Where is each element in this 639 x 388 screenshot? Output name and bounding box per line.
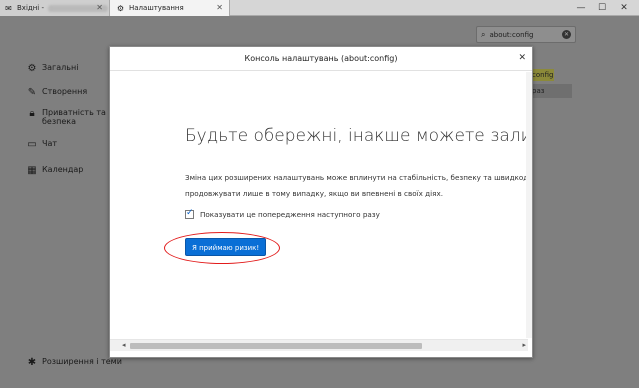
warning-text: Зміна цих розширених налаштувань може вп… xyxy=(185,170,528,202)
minimize-button[interactable]: — xyxy=(572,0,590,16)
dialog-header: Консоль налаштувань (about:config) ✕ xyxy=(110,47,532,71)
tab-settings-label: Налаштування xyxy=(129,4,184,12)
warning-text-line2: продовжувати лише в тому випадку, якщо в… xyxy=(185,189,444,198)
title-bar: ✉ Вхідні - ✕ ⚙ Налаштування ✕ — ☐ ✕ xyxy=(0,0,639,16)
dialog-title: Консоль налаштувань (about:config) xyxy=(244,54,398,63)
sidebar-item-label: Загальні xyxy=(42,63,79,72)
warning-heading: Будьте обережні, інакше можете залишитис… xyxy=(185,126,528,146)
sidebar-item-general[interactable]: ⚙ Загальні xyxy=(26,63,79,75)
gear-icon: ⚙ xyxy=(116,3,125,13)
mail-icon: ✉ xyxy=(5,3,12,13)
dialog-body: Будьте обережні, інакше можете залишитис… xyxy=(110,72,528,338)
chat-icon: ▭ xyxy=(27,139,37,150)
checkbox-label: Показувати це попередження наступного ра… xyxy=(200,210,380,219)
search-value: about:config xyxy=(489,30,534,39)
close-icon[interactable]: ✕ xyxy=(518,53,526,63)
scroll-right-icon[interactable]: ▸ xyxy=(522,341,526,349)
search-icon: ⌕ xyxy=(481,29,486,39)
annotation-circle xyxy=(164,232,280,264)
vertical-scrollbar[interactable] xyxy=(526,72,532,338)
show-warning-checkbox[interactable] xyxy=(185,208,194,219)
window-close-button[interactable]: ✕ xyxy=(615,0,633,16)
sidebar-item-label: Календар xyxy=(42,165,84,174)
background-button: раз xyxy=(530,84,572,98)
sidebar-item-label: Створення xyxy=(42,87,88,96)
warning-text-line1: Зміна цих розширених налаштувань може вп… xyxy=(185,173,528,182)
horizontal-scrollbar[interactable]: ◂ ▸ xyxy=(110,339,528,351)
maximize-button[interactable]: ☐ xyxy=(593,0,611,16)
puzzle-icon: ✱ xyxy=(27,357,37,368)
calendar-icon: ▦ xyxy=(27,165,37,176)
lock-icon: 🔒︎ xyxy=(29,108,35,119)
clear-search-icon[interactable]: ✕ xyxy=(562,30,571,39)
tab-settings[interactable]: ⚙ Налаштування ✕ xyxy=(110,0,230,16)
background-highlight: config xyxy=(530,69,554,81)
sidebar-item-label: Приватність та безпека xyxy=(42,108,106,126)
sidebar-item-label: Чат xyxy=(42,139,58,148)
sidebar-item-label-line2: безпека xyxy=(42,117,76,126)
sidebar-item-composition[interactable]: ✎ Створення xyxy=(26,87,87,99)
sidebar-item-label-line1: Приватність та xyxy=(42,108,106,117)
sidebar-item-label: Розширення і теми xyxy=(42,357,122,366)
about-config-dialog: Консоль налаштувань (about:config) ✕ Буд… xyxy=(109,46,533,358)
close-icon[interactable]: ✕ xyxy=(216,3,223,12)
close-icon[interactable]: ✕ xyxy=(96,3,103,12)
sidebar-item-calendar[interactable]: ▦ Календар xyxy=(26,165,83,177)
scrollbar-thumb[interactable] xyxy=(130,343,422,349)
sidebar-item-addons[interactable]: ✱ Розширення і теми xyxy=(26,357,122,369)
gear-icon: ⚙ xyxy=(27,63,37,74)
pencil-icon: ✎ xyxy=(27,87,37,98)
scroll-left-icon[interactable]: ◂ xyxy=(122,341,126,349)
search-input[interactable]: ⌕ about:config ✕ xyxy=(476,26,576,43)
sidebar-item-chat[interactable]: ▭ Чат xyxy=(26,139,57,151)
show-warning-checkbox-row[interactable]: Показувати це попередження наступного ра… xyxy=(185,208,380,219)
sidebar-item-privacy[interactable]: 🔒︎ Приватність та безпека xyxy=(26,108,106,126)
tab-inbox-label: Вхідні - xyxy=(17,4,45,12)
tab-inbox[interactable]: ✉ Вхідні - ✕ xyxy=(0,0,110,16)
